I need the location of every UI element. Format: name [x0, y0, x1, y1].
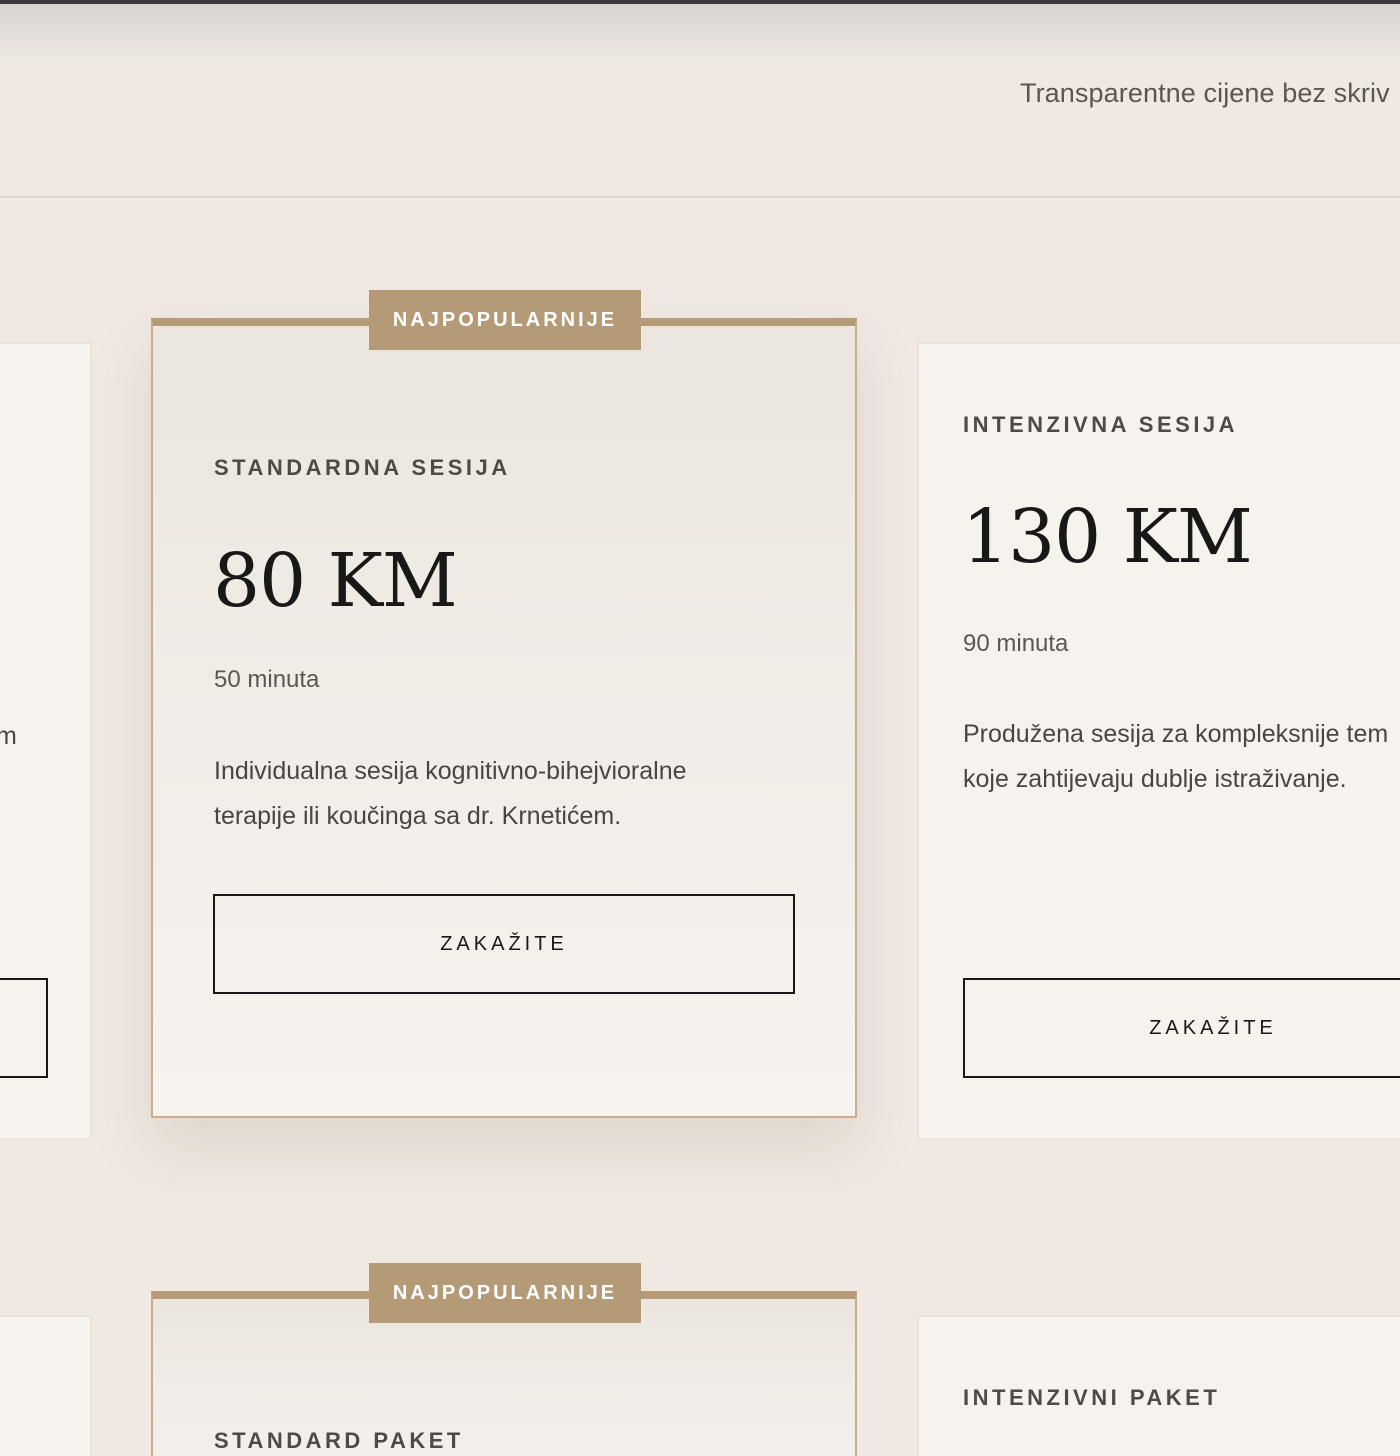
section-divider [0, 196, 1400, 198]
plan-name: INTENZIVNI PAKET [963, 1385, 1221, 1410]
popular-badge: NAJPOPULARNIJE [369, 290, 641, 350]
session-card-intensive: INTENZIVNA SESIJA 130 KM 90 minuta Produ… [917, 342, 1400, 1140]
header-shadow [0, 4, 1400, 64]
pricing-page: Transparentne cijene bez skriv m NAJPOPU… [0, 0, 1400, 1456]
plan-description: Individualna sesija kognitivno-bihejvior… [214, 757, 687, 830]
package-card-standard: NAJPOPULARNIJE STANDARD PAKET [151, 1263, 857, 1456]
plan-duration: 50 minuta [214, 666, 320, 693]
plan-name: STANDARDNA SESIJA [214, 455, 511, 480]
plan-duration: 90 minuta [963, 630, 1069, 657]
session-card-standard: NAJPOPULARNIJE STANDARDNA SESIJA 80 KM 5… [151, 290, 857, 1118]
package-card-intensive: INTENZIVNI PAKET [917, 1315, 1400, 1456]
popular-badge: NAJPOPULARNIJE [369, 1263, 641, 1323]
book-button-intensive[interactable]: ZAKAŽITE [963, 978, 1400, 1078]
book-button-standard[interactable]: ZAKAŽITE [213, 894, 795, 994]
section-subtitle: Transparentne cijene bez skriv [1020, 78, 1390, 108]
plan-name: INTENZIVNA SESIJA [963, 412, 1239, 437]
book-button-left[interactable] [0, 978, 48, 1078]
plan-price: 80 KM [213, 538, 458, 624]
plan-name: STANDARD PAKET [214, 1428, 464, 1453]
session-card-left-desc: m [0, 722, 17, 750]
session-card-left-partial: m [0, 342, 92, 1140]
plan-description: Produžena sesija za kompleksnije tem koj… [963, 720, 1389, 793]
package-card-left-partial [0, 1315, 92, 1456]
plan-price: 130 KM [962, 494, 1253, 580]
